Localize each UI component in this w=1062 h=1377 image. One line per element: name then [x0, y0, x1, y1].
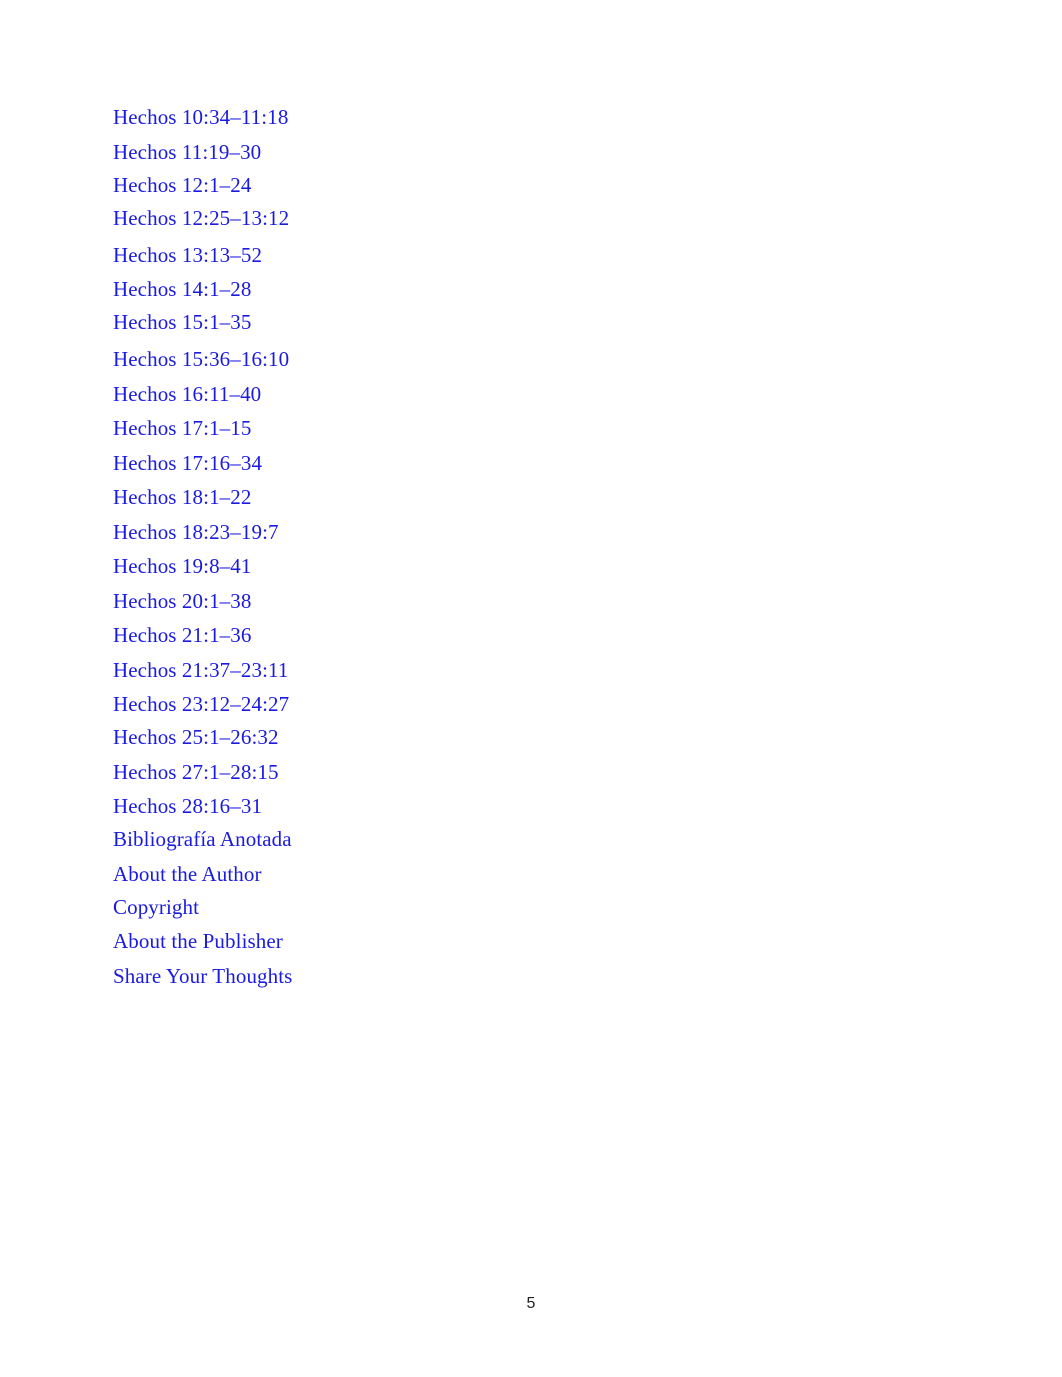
toc-entry-link[interactable]: Hechos 21:1–36 — [113, 618, 813, 653]
toc-entry-link[interactable]: Hechos 10:34–11:18 — [113, 100, 813, 135]
toc-entry-link[interactable]: Hechos 14:1–28 — [113, 272, 813, 307]
toc-entry-link[interactable]: Hechos 12:1–24 — [113, 168, 813, 203]
toc-entry-link[interactable]: Hechos 17:16–34 — [113, 446, 813, 481]
toc-entry-link[interactable]: Hechos 21:37–23:11 — [113, 653, 813, 688]
toc-entry-link[interactable]: About the Publisher — [113, 924, 813, 959]
toc-entry-link[interactable]: Hechos 15:36–16:10 — [113, 342, 813, 377]
toc-entry-link[interactable]: Hechos 12:25–13:12 — [113, 201, 813, 236]
toc-entry-link[interactable]: Hechos 23:12–24:27 — [113, 687, 813, 722]
toc-entry-link[interactable]: Hechos 20:1–38 — [113, 584, 813, 619]
toc-entry-link[interactable]: Share Your Thoughts — [113, 959, 813, 994]
toc-entry-link[interactable]: Copyright — [113, 890, 813, 925]
table-of-contents-list: Hechos 10:34–11:18 Hechos 11:19–30 Hechos … — [113, 100, 813, 993]
toc-entry-link[interactable]: Hechos 16:11–40 — [113, 377, 813, 412]
toc-entry-link[interactable]: Hechos 18:1–22 — [113, 480, 813, 515]
toc-entry-link[interactable]: Hechos 13:13–52 — [113, 238, 813, 273]
toc-entry-link[interactable]: About the Author — [113, 857, 813, 892]
toc-entry-link[interactable]: Bibliografía Anotada — [113, 822, 813, 857]
toc-entry-link[interactable]: Hechos 28:16–31 — [113, 789, 813, 824]
toc-entry-link[interactable]: Hechos 17:1–15 — [113, 411, 813, 446]
toc-entry-link[interactable]: Hechos 11:19–30 — [113, 135, 813, 170]
toc-entry-link[interactable]: Hechos 19:8–41 — [113, 549, 813, 584]
document-page: Hechos 10:34–11:18 Hechos 11:19–30 Hechos … — [0, 0, 1062, 1377]
toc-entry-link[interactable]: Hechos 27:1–28:15 — [113, 755, 813, 790]
toc-entry-link[interactable]: Hechos 15:1–35 — [113, 305, 813, 340]
toc-entry-link[interactable]: Hechos 18:23–19:7 — [113, 515, 813, 550]
toc-entry-link[interactable]: Hechos 25:1–26:32 — [113, 720, 813, 755]
page-number: 5 — [526, 1295, 536, 1312]
